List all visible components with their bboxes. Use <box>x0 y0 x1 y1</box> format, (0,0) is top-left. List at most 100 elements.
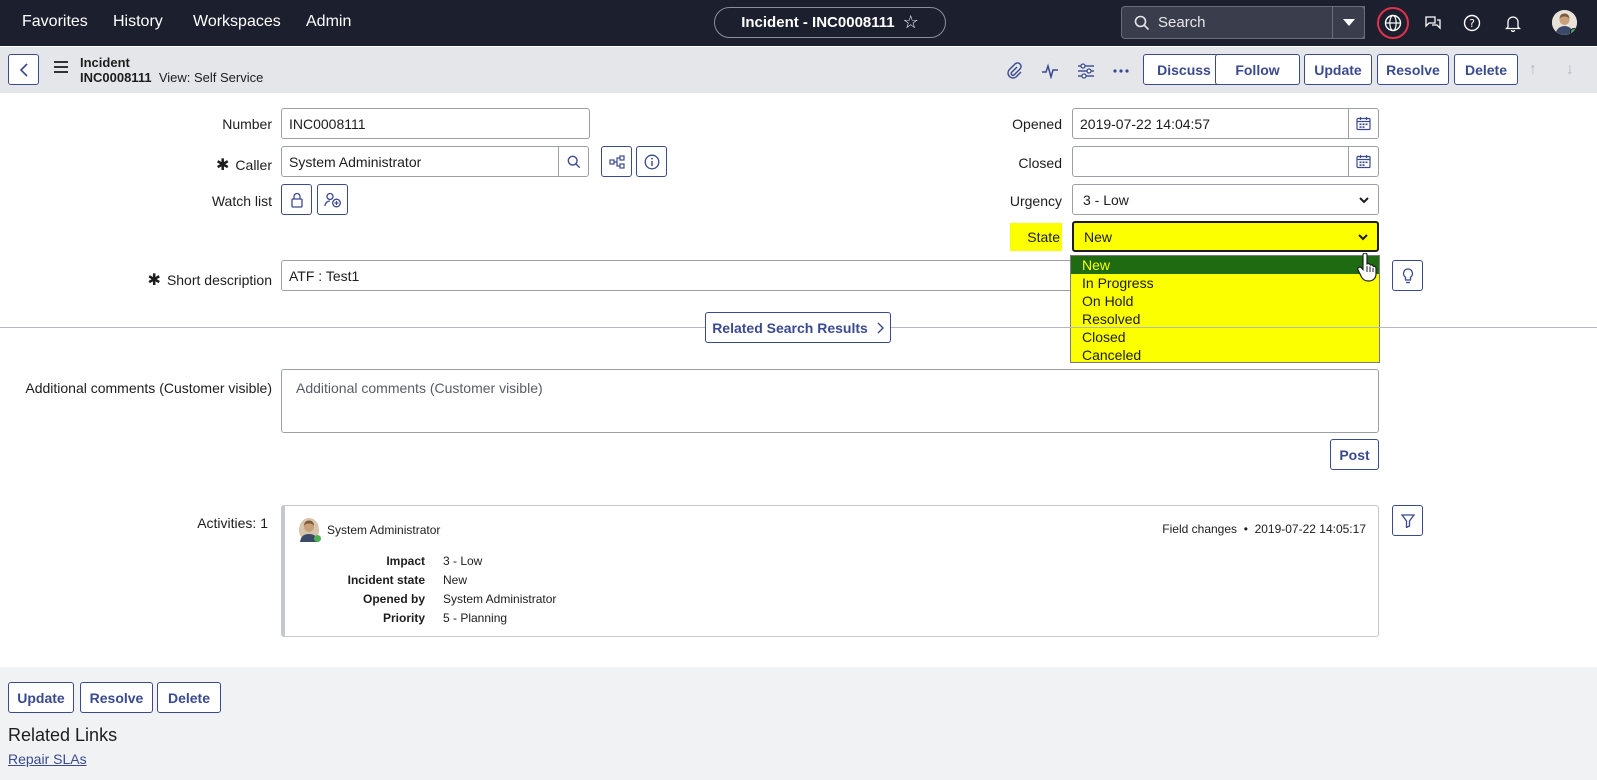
help-icon[interactable]: ? <box>1461 12 1483 34</box>
lock-icon <box>290 192 303 208</box>
info-icon <box>644 154 659 169</box>
user-avatar[interactable] <box>1552 10 1577 35</box>
context-menu-icon[interactable] <box>54 61 68 75</box>
opened-field[interactable]: 2019-07-22 14:04:57 <box>1072 108 1349 139</box>
resolve-button[interactable]: Resolve <box>1377 54 1449 85</box>
search-icon <box>1134 15 1150 30</box>
opened-calendar-button[interactable] <box>1348 108 1379 139</box>
change-value: 5 - Planning <box>443 611 508 625</box>
additional-comments-textarea[interactable]: Additional comments (Customer visible) <box>281 369 1379 433</box>
nav-favorites[interactable]: Favorites <box>22 13 88 31</box>
activity-user-name: System Administrator <box>327 523 441 537</box>
notifications-bell-icon[interactable] <box>1502 12 1524 34</box>
state-option-closed[interactable]: Closed <box>1071 328 1379 346</box>
top-navigation-bar: Favorites History Workspaces Admin Incid… <box>0 0 1597 46</box>
activity-type: Field changes <box>1162 522 1238 536</box>
related-search-label: Related Search Results <box>712 319 868 336</box>
more-options-icon[interactable] <box>1110 60 1132 82</box>
chevron-right-icon <box>877 322 884 333</box>
update-button[interactable]: Update <box>1304 54 1372 85</box>
state-value: New <box>1084 228 1113 245</box>
change-field: Opened by <box>362 592 425 606</box>
global-search-input[interactable]: Search <box>1121 6 1365 39</box>
form-header-bar: Incident INC0008111 View: Self Service D… <box>0 47 1597 93</box>
state-option-resolved[interactable]: Resolved <box>1071 310 1379 328</box>
number-field[interactable]: INC0008111 <box>281 108 590 139</box>
post-button[interactable]: Post <box>1330 439 1379 470</box>
globe-icon <box>1384 14 1402 32</box>
caller-field[interactable]: System Administrator <box>281 146 559 177</box>
closed-field[interactable] <box>1072 146 1349 177</box>
delete-button[interactable]: Delete <box>1454 54 1518 85</box>
watch-list-label: Watch list <box>211 193 272 209</box>
state-option-on-hold[interactable]: On Hold <box>1071 292 1379 310</box>
svg-text:?: ? <box>1469 17 1475 30</box>
calendar-icon <box>1356 155 1371 169</box>
state-option-new[interactable]: New <box>1071 256 1379 274</box>
change-value: New <box>443 573 468 587</box>
add-me-to-watch-list-button[interactable] <box>317 184 348 215</box>
nav-admin[interactable]: Admin <box>306 13 351 31</box>
closed-calendar-button[interactable] <box>1348 146 1379 177</box>
related-search-results-button[interactable]: Related Search Results <box>705 312 891 343</box>
watch-list-unlock-button[interactable] <box>281 184 312 215</box>
record-title: Incident - INC0008111 <box>741 14 895 31</box>
change-field: Priority <box>382 611 425 625</box>
globe-button[interactable] <box>1377 7 1409 39</box>
short-description-label-text: Short description <box>166 272 272 288</box>
calendar-icon <box>1356 117 1371 131</box>
number-value: INC0008111 <box>289 115 366 132</box>
state-select[interactable]: New <box>1072 221 1379 252</box>
caller-label-text: Caller <box>235 157 272 173</box>
presence-indicator <box>1570 28 1577 35</box>
caller-label: ✱ Caller <box>150 155 272 175</box>
nav-workspaces[interactable]: Workspaces <box>193 13 281 31</box>
search-scope-dropdown[interactable] <box>1332 6 1365 39</box>
hand-pointer-cursor-icon <box>1357 253 1377 282</box>
activity-stream-icon[interactable] <box>1039 60 1061 82</box>
back-button[interactable] <box>8 54 39 85</box>
nav-history[interactable]: History <box>113 13 163 31</box>
hierarchy-icon <box>608 154 625 169</box>
discuss-button[interactable]: Discuss <box>1143 54 1225 85</box>
repair-slas-link[interactable]: Repair SLAs <box>8 751 87 767</box>
state-option-canceled[interactable]: Canceled <box>1071 346 1379 364</box>
chevron-down-icon <box>1359 197 1369 204</box>
table-name: Incident <box>80 55 130 70</box>
short-description-value: ATF : Test1 <box>289 267 360 284</box>
suggestion-button[interactable] <box>1392 260 1423 291</box>
follow-button[interactable]: Follow <box>1215 54 1300 85</box>
required-asterisk-icon: ✱ <box>216 157 230 174</box>
state-option-in-progress[interactable]: In Progress <box>1071 274 1379 292</box>
change-field: Impact <box>386 554 425 568</box>
personalize-form-icon[interactable] <box>1075 60 1097 82</box>
footer-delete-button[interactable]: Delete <box>157 682 221 713</box>
activity-separator: • <box>1243 522 1248 536</box>
urgency-label: Urgency <box>1009 193 1062 209</box>
additional-comments-placeholder: Additional comments (Customer visible) <box>296 380 543 396</box>
next-record-arrow-icon: ↓ <box>1566 61 1574 78</box>
change-value: 3 - Low <box>443 554 483 568</box>
previous-record-arrow-icon: ↑ <box>1529 61 1537 78</box>
chevron-left-icon <box>19 62 28 77</box>
filter-icon <box>1400 513 1415 528</box>
star-icon[interactable]: ☆ <box>903 12 919 33</box>
number-label: Number <box>222 116 272 132</box>
caller-info-button[interactable] <box>636 146 667 177</box>
chat-icon[interactable] <box>1422 12 1444 34</box>
activities-label: Activities: 1 <box>197 515 268 531</box>
footer-update-button[interactable]: Update <box>8 682 74 713</box>
activity-user-avatar <box>299 518 321 542</box>
opened-label: Opened <box>1012 116 1062 132</box>
urgency-select[interactable]: 3 - Low <box>1072 184 1379 215</box>
state-label: State <box>1010 223 1062 251</box>
caller-hierarchy-button[interactable] <box>601 146 632 177</box>
activity-filter-button[interactable] <box>1392 505 1423 536</box>
additional-comments-label: Additional comments (Customer visible) <box>25 380 272 396</box>
attachment-icon[interactable] <box>1003 60 1025 82</box>
footer-resolve-button[interactable]: Resolve <box>80 682 153 713</box>
opened-value: 2019-07-22 14:04:57 <box>1080 115 1210 132</box>
caller-lookup-button[interactable] <box>558 146 589 177</box>
related-links-heading: Related Links <box>8 725 118 745</box>
current-record-pill[interactable]: Incident - INC0008111 ☆ <box>714 7 946 38</box>
